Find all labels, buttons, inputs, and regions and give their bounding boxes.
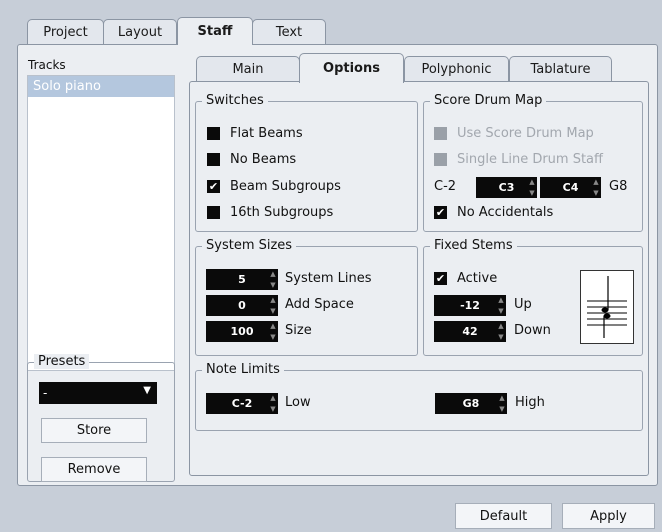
drum-map-high-spinbox[interactable]: C4 ▲ ▼: [540, 177, 601, 198]
checkmark-icon: ✔: [434, 206, 447, 219]
store-button[interactable]: Store: [41, 418, 147, 443]
add-space-spinbox[interactable]: 0 ▲ ▼: [206, 295, 278, 316]
staff-settings-panel: Tracks Solo piano Presets - ▼ Store Remo…: [17, 44, 658, 486]
checkbox-box: [207, 206, 220, 219]
spin-arrows-icon[interactable]: ▲ ▼: [592, 178, 600, 197]
use-score-drum-map-checkbox[interactable]: Use Score Drum Map: [434, 126, 594, 141]
apply-button[interactable]: Apply: [562, 503, 655, 529]
stem-up-label: Up: [514, 297, 532, 312]
no-beams-checkbox[interactable]: No Beams: [207, 152, 296, 167]
spin-arrows-icon[interactable]: ▲ ▼: [269, 322, 277, 341]
active-checkbox[interactable]: ✔ Active: [434, 271, 497, 286]
tab-layout[interactable]: Layout: [103, 19, 177, 44]
single-line-drum-staff-checkbox[interactable]: Single Line Drum Staff: [434, 152, 603, 167]
checkbox-box: [207, 153, 220, 166]
use-score-drum-map-label: Use Score Drum Map: [457, 126, 594, 141]
score-drum-map-legend: Score Drum Map: [430, 93, 547, 108]
stem-down-label: Down: [514, 323, 551, 338]
staff-stems-icon: [587, 276, 627, 338]
note-limit-high-value: G8: [462, 397, 480, 410]
flat-beams-checkbox[interactable]: Flat Beams: [207, 126, 303, 141]
drum-range-from-label: C-2: [434, 179, 457, 194]
checkbox-box: [434, 127, 447, 140]
active-label: Active: [457, 271, 498, 286]
fixed-stems-group: Fixed Stems ✔ Active -12 ▲ ▼ Up 42 ▲ ▼ Dow…: [423, 238, 643, 356]
checkbox-box: [434, 153, 447, 166]
size-spinbox[interactable]: 100 ▲ ▼: [206, 321, 278, 342]
stem-up-value: -12: [460, 299, 480, 312]
spin-arrows-icon[interactable]: ▲ ▼: [498, 394, 506, 413]
checkbox-box: [207, 127, 220, 140]
note-limits-group: Note Limits C-2 ▲ ▼ Low G8 ▲ ▼ High: [195, 362, 643, 431]
note-limit-low-value: C-2: [231, 397, 253, 410]
presets-legend: Presets: [34, 354, 90, 369]
spin-arrows-icon[interactable]: ▲ ▼: [497, 296, 505, 315]
16th-subgroups-checkbox[interactable]: 16th Subgroups: [207, 205, 333, 220]
preset-select[interactable]: - ▼: [39, 382, 157, 404]
spin-arrows-icon[interactable]: ▲ ▼: [269, 394, 277, 413]
note-limit-low-spinbox[interactable]: C-2 ▲ ▼: [206, 393, 278, 414]
track-item-solo-piano[interactable]: Solo piano: [28, 76, 174, 97]
spin-arrows-icon[interactable]: ▲ ▼: [269, 296, 277, 315]
tab-tablature[interactable]: Tablature: [509, 56, 612, 82]
stem-down-value: 42: [462, 325, 478, 338]
add-space-value: 0: [238, 299, 246, 312]
flat-beams-label: Flat Beams: [230, 126, 303, 141]
spin-arrows-icon[interactable]: ▲ ▼: [497, 322, 505, 341]
tab-staff[interactable]: Staff: [177, 17, 253, 45]
note-limits-legend: Note Limits: [202, 362, 284, 377]
no-accidentals-checkbox[interactable]: ✔ No Accidentals: [434, 205, 553, 220]
presets-group: Presets - ▼ Store Remove: [27, 354, 175, 482]
system-lines-value: 5: [238, 273, 246, 286]
note-limit-high-label: High: [515, 395, 545, 410]
drum-map-low-value: C3: [498, 181, 515, 194]
tab-main[interactable]: Main: [196, 56, 300, 82]
single-line-drum-staff-label: Single Line Drum Staff: [457, 152, 603, 167]
switches-legend: Switches: [202, 93, 268, 108]
remove-button[interactable]: Remove: [41, 457, 147, 482]
tab-text[interactable]: Text: [252, 19, 326, 44]
default-button[interactable]: Default: [455, 503, 552, 529]
tracks-list[interactable]: Solo piano: [27, 75, 175, 371]
checkmark-icon: ✔: [434, 272, 447, 285]
preset-select-value: -: [43, 386, 48, 400]
tracks-label: Tracks: [28, 58, 66, 72]
system-sizes-group: System Sizes 5 ▲ ▼ System Lines 0 ▲ ▼ Add …: [195, 238, 418, 356]
drum-map-high-value: C4: [562, 181, 579, 194]
tab-project[interactable]: Project: [27, 19, 104, 44]
size-label: Size: [285, 323, 312, 338]
note-limit-low-label: Low: [285, 395, 311, 410]
no-beams-label: No Beams: [230, 152, 297, 167]
drum-map-low-spinbox[interactable]: C3 ▲ ▼: [476, 177, 537, 198]
options-panel: Switches Flat Beams No Beams ✔ Beam Subg…: [189, 81, 649, 476]
beam-subgroups-checkbox[interactable]: ✔ Beam Subgroups: [207, 179, 341, 194]
tab-polyphonic[interactable]: Polyphonic: [404, 56, 509, 82]
checkmark-icon: ✔: [207, 180, 220, 193]
drum-range-to-label: G8: [609, 179, 628, 194]
stem-down-spinbox[interactable]: 42 ▲ ▼: [434, 321, 506, 342]
spin-arrows-icon[interactable]: ▲ ▼: [528, 178, 536, 197]
note-limit-high-spinbox[interactable]: G8 ▲ ▼: [435, 393, 507, 414]
stem-preview: [580, 270, 634, 344]
16th-subgroups-label: 16th Subgroups: [230, 205, 334, 220]
stem-up-spinbox[interactable]: -12 ▲ ▼: [434, 295, 506, 316]
tab-options[interactable]: Options: [299, 53, 404, 83]
system-sizes-legend: System Sizes: [202, 238, 297, 253]
system-lines-label: System Lines: [285, 271, 372, 286]
spin-arrows-icon[interactable]: ▲ ▼: [269, 270, 277, 289]
beam-subgroups-label: Beam Subgroups: [230, 179, 341, 194]
add-space-label: Add Space: [285, 297, 354, 312]
system-lines-spinbox[interactable]: 5 ▲ ▼: [206, 269, 278, 290]
no-accidentals-label: No Accidentals: [457, 205, 554, 220]
switches-group: Switches Flat Beams No Beams ✔ Beam Subg…: [195, 93, 418, 232]
score-drum-map-group: Score Drum Map Use Score Drum Map Single…: [423, 93, 643, 232]
chevron-down-icon: ▼: [143, 385, 151, 396]
size-value: 100: [230, 325, 254, 338]
fixed-stems-legend: Fixed Stems: [430, 238, 517, 253]
